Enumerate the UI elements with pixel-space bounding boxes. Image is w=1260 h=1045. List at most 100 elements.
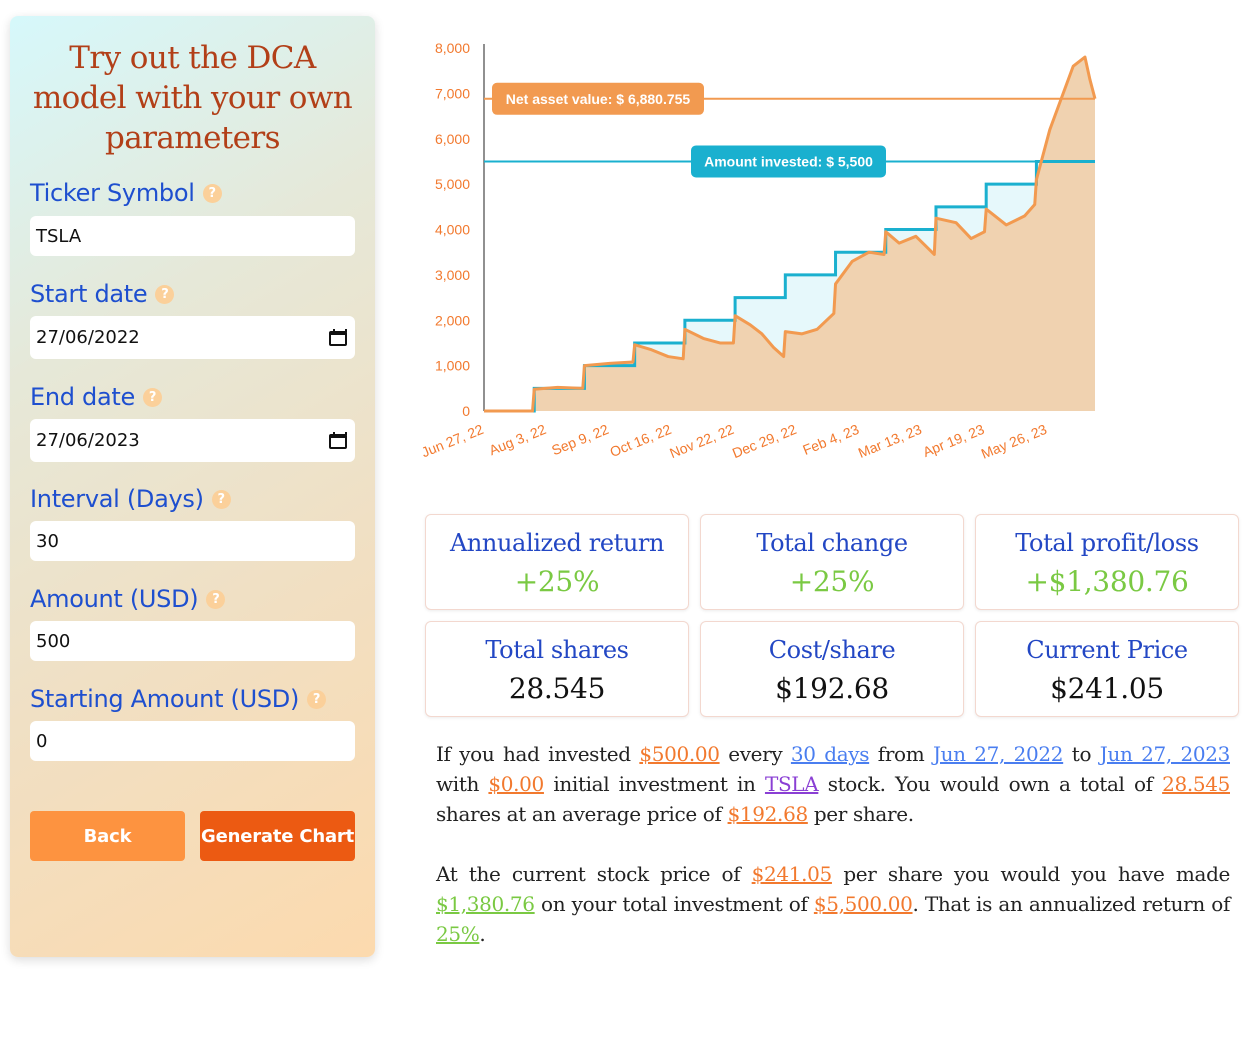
summary-text: from	[869, 742, 933, 766]
help-icon[interactable]: ?	[206, 590, 226, 609]
calendar-icon[interactable]	[329, 432, 347, 449]
ticker-link[interactable]: TSLA	[765, 772, 819, 796]
card-label: Cost/share	[768, 636, 896, 664]
interval-input[interactable]: 30	[30, 521, 355, 561]
x-tick-label: Dec 29, 22	[730, 421, 799, 461]
ticker-symbol-label: Ticker Symbol?	[30, 179, 222, 207]
ticker-symbol-value: TSLA	[36, 225, 82, 247]
y-tick-label: 2,000	[435, 312, 470, 328]
summary-text: every	[719, 742, 791, 766]
end-date-label: End date?	[30, 383, 162, 411]
help-icon[interactable]: ?	[211, 490, 231, 509]
form-title-line: parameters	[105, 120, 281, 156]
card-label: Total profit/loss	[1015, 529, 1199, 557]
form-title-line: Try out the DCA	[69, 40, 316, 76]
amount-label: Amount (USD)?	[30, 585, 226, 613]
card-value: +25%	[514, 565, 600, 598]
average-price-link[interactable]: $192.68	[728, 802, 809, 826]
interval-link[interactable]: 30 days	[791, 742, 870, 766]
form-title: Try out the DCA model with your own para…	[10, 38, 375, 158]
dca-chart: 0 1,000 2,000 3,000 4,000 5,000 6,000 7,000 8,00…	[419, 40, 1097, 462]
y-tick-label: 4,000	[435, 222, 470, 238]
total-change-card: Total change +25%	[700, 514, 964, 610]
summary-paragraph-returns: At the current stock price of $241.05 pe…	[436, 859, 1230, 949]
amount-link[interactable]: $500.00	[639, 742, 720, 766]
card-value: 28.545	[508, 672, 606, 705]
start-date-value: 27/06/2022	[36, 327, 140, 348]
help-icon[interactable]: ?	[202, 184, 222, 203]
ticker-symbol-input[interactable]: TSLA	[30, 216, 355, 256]
summary-text: stock. You would own a total of	[818, 772, 1163, 796]
profit-link[interactable]: $1,380.76	[436, 892, 535, 916]
start-date-link[interactable]: Jun 27, 2022	[933, 742, 1064, 766]
summary-text: . That is an annualized return of	[912, 892, 1231, 916]
summary-text: initial investment in	[543, 772, 765, 796]
card-label: Total change	[756, 529, 908, 557]
starting-amount-input[interactable]: 0	[30, 721, 355, 761]
summary-text: At the current stock price of	[436, 862, 752, 886]
back-button[interactable]: Back	[30, 811, 185, 861]
current-price-card: Current Price $241.05	[975, 621, 1239, 717]
y-tick-label: 6,000	[435, 131, 470, 147]
x-tick-label: Mar 13, 23	[856, 421, 924, 461]
starting-amount-value: 0	[36, 730, 48, 752]
start-date-label: Start date?	[30, 280, 175, 308]
summary-text: per share you would you have made	[831, 862, 1231, 886]
starting-amount-label: Starting Amount (USD)?	[30, 685, 327, 713]
card-value: +25%	[789, 565, 875, 598]
card-label: Total shares	[485, 636, 629, 664]
summary-text: per share.	[807, 802, 914, 826]
total-shares-card: Total shares 28.545	[425, 621, 689, 717]
end-date-label-text: End date	[30, 383, 135, 411]
y-tick-label: 1,000	[435, 358, 470, 374]
x-tick-label: Apr 19, 23	[921, 421, 987, 460]
interval-label-text: Interval (Days)	[30, 485, 204, 513]
start-date-label-text: Start date	[30, 280, 148, 308]
starting-amount-label-text: Starting Amount (USD)	[30, 685, 300, 713]
y-tick-label: 0	[462, 403, 470, 419]
end-date-input[interactable]: 27/06/2023	[30, 419, 355, 462]
initial-investment-link[interactable]: $0.00	[488, 772, 544, 796]
summary-text: shares at an average price of	[436, 802, 728, 826]
start-date-input[interactable]: 27/06/2022	[30, 316, 355, 359]
summary-paragraph-investment: If you had invested $500.00 every 30 day…	[436, 739, 1230, 829]
cost-per-share-card: Cost/share $192.68	[700, 621, 964, 717]
total-shares-link[interactable]: 28.545	[1162, 772, 1230, 796]
help-icon[interactable]: ?	[307, 690, 327, 709]
summary-text: to	[1063, 742, 1100, 766]
interval-value: 30	[36, 530, 59, 552]
amount-label-text: Amount (USD)	[30, 585, 199, 613]
card-value: $241.05	[1050, 672, 1164, 705]
card-label: Annualized return	[449, 529, 665, 557]
summary-text: on your total investment of	[534, 892, 814, 916]
summary-text: .	[479, 922, 486, 946]
x-tick-label: May 26, 23	[979, 421, 1049, 462]
form-title-line: model with your own	[32, 80, 353, 116]
ticker-symbol-label-text: Ticker Symbol	[30, 179, 195, 207]
annualized-return-link[interactable]: 25%	[436, 922, 480, 946]
current-price-link[interactable]: $241.05	[752, 862, 833, 886]
total-investment-link[interactable]: $5,500.00	[814, 892, 913, 916]
help-icon[interactable]: ?	[142, 388, 162, 407]
card-value: $192.68	[775, 672, 889, 705]
y-tick-label: 5,000	[435, 176, 470, 192]
annualized-return-card: Annualized return +25%	[425, 514, 689, 610]
summary-text: If you had invested	[436, 742, 640, 766]
y-tick-label: 7,000	[435, 85, 470, 101]
x-tick-label: Feb 4, 23	[800, 421, 861, 458]
card-value: +$1,380.76	[1025, 565, 1189, 598]
summary-text: with	[436, 772, 489, 796]
x-tick-label: Jun 27, 22	[419, 421, 486, 460]
end-date-value: 27/06/2023	[36, 430, 140, 451]
help-icon[interactable]: ?	[155, 285, 175, 304]
y-tick-label: 8,000	[435, 40, 470, 56]
reference-label: Amount invested: $ 5,500	[704, 153, 873, 169]
interval-label: Interval (Days)?	[30, 485, 231, 513]
amount-input[interactable]: 500	[30, 621, 355, 661]
y-tick-label: 3,000	[435, 267, 470, 283]
total-profit-loss-card: Total profit/loss +$1,380.76	[975, 514, 1239, 610]
generate-chart-button[interactable]: Generate Chart	[200, 811, 355, 861]
calendar-icon[interactable]	[329, 329, 347, 346]
card-label: Current Price	[1026, 636, 1188, 664]
end-date-link[interactable]: Jun 27, 2023	[1100, 742, 1231, 766]
